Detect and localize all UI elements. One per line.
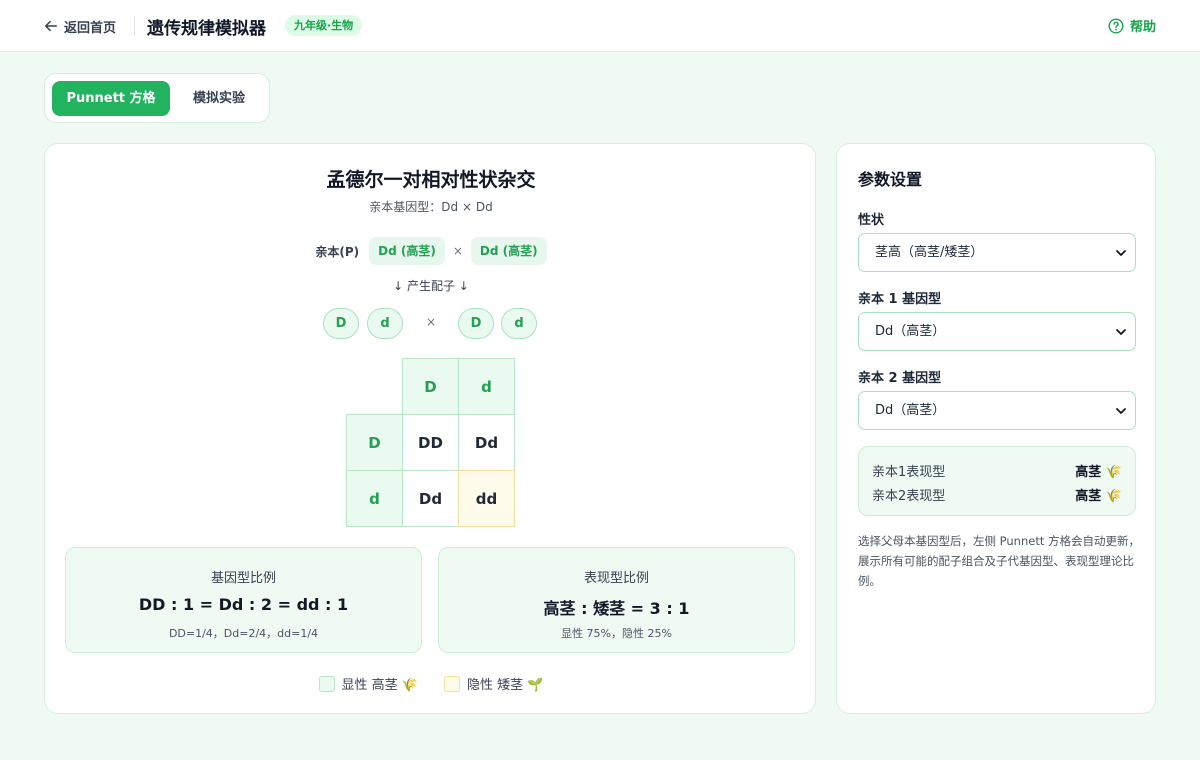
grade-badge: 九年级·生物 — [285, 15, 363, 36]
help-button[interactable]: 帮助 — [1108, 16, 1156, 35]
tab-simulation[interactable]: 模拟实验 — [173, 81, 265, 116]
parent2-genotype-value: Dd（高茎） — [875, 403, 946, 418]
genotype-ratio-value: DD : 1 = Dd : 2 = dd : 1 — [138, 595, 349, 614]
genotype-ratio-note: DD=1/4，Dd=2/4，dd=1/4 — [168, 627, 319, 640]
parent1-phenotype-value: 高茎 🌾 — [1075, 465, 1122, 480]
cross-subtitle: 亲本基因型：Dd × Dd — [369, 200, 493, 214]
chevron-down-icon — [1116, 329, 1126, 335]
trait-select[interactable]: 茎高（高茎/矮茎） — [858, 233, 1136, 272]
gamete-p1-dominant: D — [323, 308, 359, 339]
punnett-card: 孟德尔一对相对性状杂交 亲本基因型：Dd × Dd 亲本(P) Dd (高茎) … — [44, 143, 816, 714]
legend-recessive-label: 隐性 矮茎 🌱 — [467, 678, 544, 693]
gamete-caption: ↓ 产生配子 ↓ — [393, 279, 469, 293]
settings-description: 选择父母本基因型后，左侧 Punnett 方格会自动更新，展示所有可能的配子组合… — [858, 534, 1141, 588]
legend: 显性 高茎 🌾 隐性 矮茎 🌱 — [45, 674, 817, 693]
genotype-ratio-box: 基因型比例 DD : 1 = Dd : 2 = dd : 1 DD=1/4，Dd… — [65, 547, 422, 653]
punnett-cell: Dd — [402, 470, 459, 527]
gamete-cross-symbol: × — [426, 315, 437, 329]
back-home-link[interactable]: 返回首页 — [44, 16, 116, 36]
legend-dominant: 显性 高茎 🌾 — [318, 674, 418, 693]
parent2-chip: Dd (高茎) — [470, 237, 547, 265]
parents-row: 亲本(P) Dd (高茎) × Dd (高茎) — [45, 236, 817, 266]
arrow-left-icon — [44, 20, 58, 32]
gamete-p2-recessive: d — [501, 308, 537, 339]
trait-select-value: 茎高（高茎/矮茎） — [875, 245, 984, 260]
cross-symbol: × — [452, 244, 463, 258]
app-title: 遗传规律模拟器 — [147, 19, 266, 39]
parent1-phenotype-row: 亲本1表现型 高茎 🌾 — [872, 461, 1122, 480]
punnett-cell: Dd — [458, 414, 515, 471]
cross-title: 孟德尔一对相对性状杂交 — [326, 169, 536, 191]
parent1-genotype-value: Dd（高茎） — [875, 324, 946, 339]
dominant-swatch — [318, 675, 335, 692]
parents-label: 亲本(P) — [315, 244, 360, 259]
parent1-genotype-select[interactable]: Dd（高茎） — [858, 312, 1136, 351]
header-divider — [134, 16, 135, 36]
settings-title: 参数设置 — [858, 170, 923, 189]
punnett-col-header: d — [458, 358, 515, 415]
mode-tabs: Punnett 方格 模拟实验 — [44, 73, 270, 123]
punnett-row-header: d — [346, 470, 403, 527]
settings-panel: 参数设置 性状 茎高（高茎/矮茎） 亲本 1 基因型 Dd（高茎） 亲本 2 基… — [836, 143, 1156, 714]
punnett-row-header: D — [346, 414, 403, 471]
gamete-row: D d × D d — [45, 308, 817, 339]
punnett-col-header: D — [402, 358, 459, 415]
parent2-genotype-select[interactable]: Dd（高茎） — [858, 391, 1136, 430]
phenotype-ratio-title: 表现型比例 — [583, 571, 649, 586]
chevron-down-icon — [1116, 250, 1126, 256]
parent2-phenotype-row: 亲本2表现型 高茎 🌾 — [872, 485, 1122, 504]
top-bar: 返回首页 遗传规律模拟器 九年级·生物 帮助 — [0, 0, 1200, 52]
phenotype-summary: 亲本1表现型 高茎 🌾 亲本2表现型 高茎 🌾 — [858, 446, 1136, 516]
parent1-phenotype-label: 亲本1表现型 — [872, 465, 946, 480]
phenotype-ratio-box: 表现型比例 高茎 : 矮茎 = 3 : 1 显性 75%，隐性 25% — [438, 547, 795, 653]
trait-label: 性状 — [858, 213, 885, 228]
parent2-phenotype-value: 高茎 🌾 — [1075, 489, 1122, 504]
legend-recessive: 隐性 矮茎 🌱 — [444, 674, 543, 693]
help-circle-icon — [1108, 17, 1124, 34]
gamete-p2-dominant: D — [458, 308, 494, 339]
legend-dominant-label: 显性 高茎 🌾 — [341, 678, 418, 693]
genotype-ratio-title: 基因型比例 — [210, 571, 276, 586]
help-label: 帮助 — [1129, 20, 1156, 35]
recessive-swatch — [444, 675, 460, 692]
parent2-genotype-label: 亲本 2 基因型 — [858, 371, 942, 386]
gamete-p1-recessive: d — [367, 308, 403, 339]
parent1-chip: Dd (高茎) — [369, 237, 445, 265]
tab-punnett[interactable]: Punnett 方格 — [52, 81, 170, 116]
chevron-down-icon — [1116, 408, 1126, 414]
phenotype-ratio-value: 高茎 : 矮茎 = 3 : 1 — [543, 599, 690, 618]
punnett-cell: DD — [402, 414, 459, 471]
parent1-genotype-label: 亲本 1 基因型 — [858, 292, 942, 307]
punnett-cell-recessive: dd — [458, 470, 515, 527]
back-home-label: 返回首页 — [64, 20, 117, 36]
phenotype-ratio-note: 显性 75%，隐性 25% — [561, 627, 672, 640]
parent2-phenotype-label: 亲本2表现型 — [872, 489, 946, 504]
